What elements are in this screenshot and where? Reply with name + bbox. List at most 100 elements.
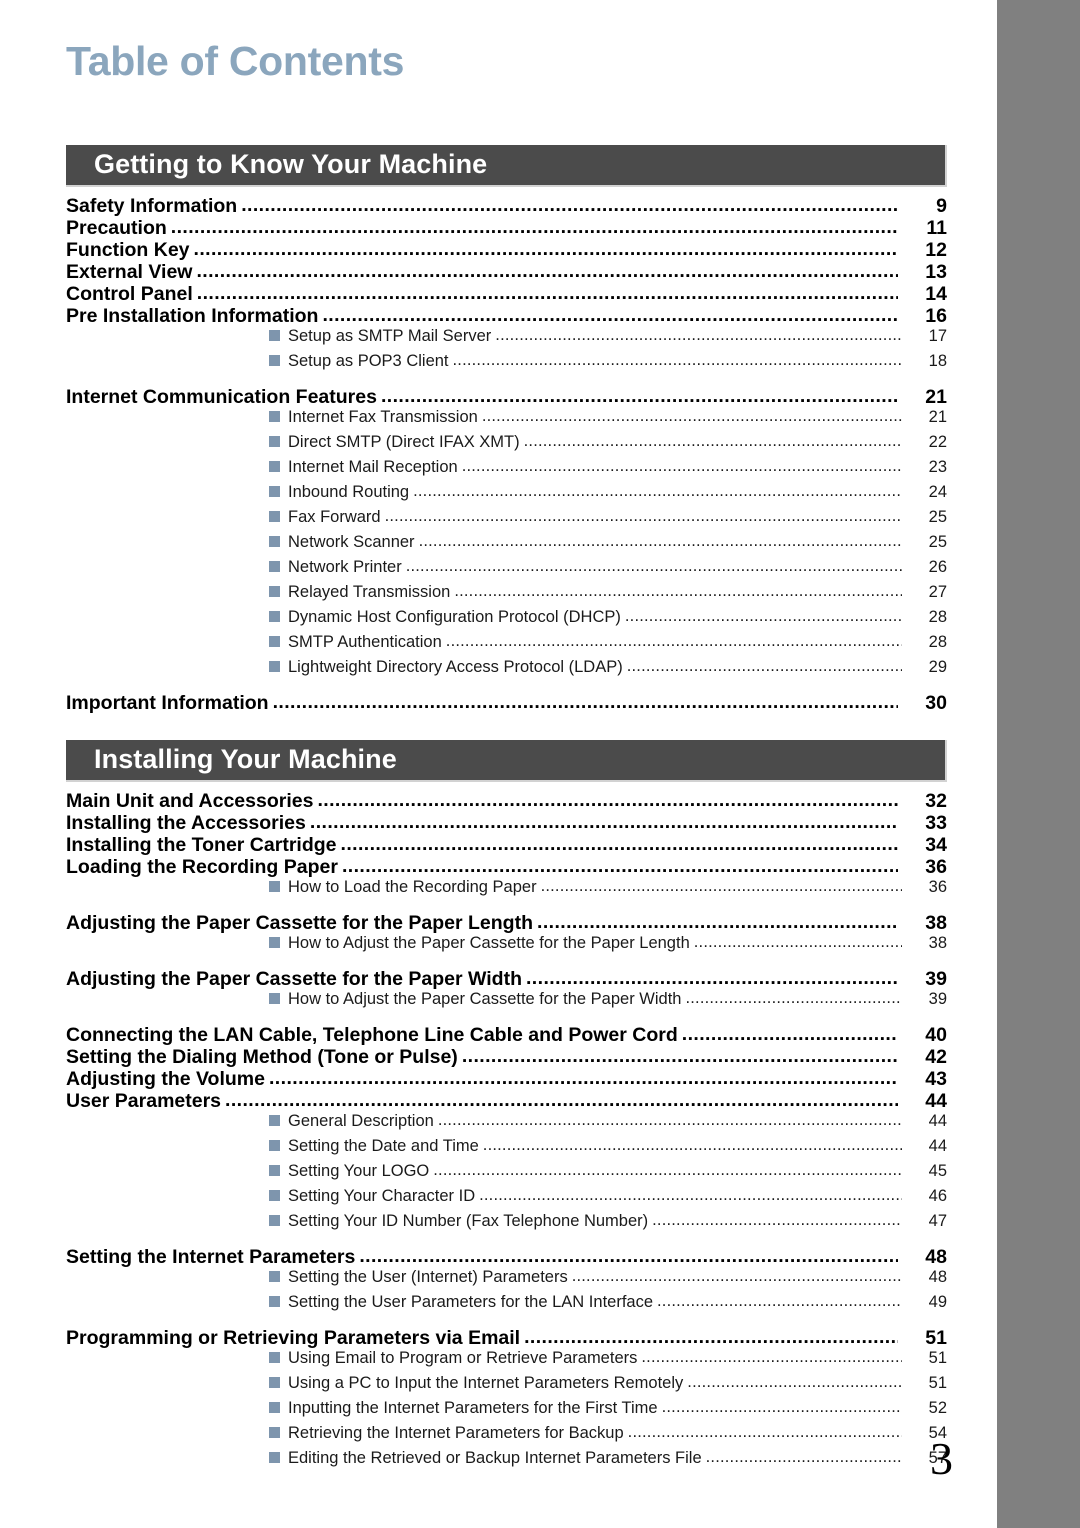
- toc-entry-sub[interactable]: Inbound Routing.........................…: [66, 482, 947, 508]
- toc-entry-sub[interactable]: Setting the User (Internet) Parameters..…: [66, 1267, 947, 1293]
- toc-entry-major[interactable]: Precaution..............................…: [66, 216, 947, 239]
- toc-entry-sub[interactable]: SMTP Authentication.....................…: [66, 632, 947, 658]
- toc-entry-page-number: 22: [928, 433, 947, 451]
- toc-entry-major[interactable]: Control Panel...........................…: [66, 282, 947, 305]
- toc-entry-major[interactable]: Installing the Accessories..............…: [66, 811, 947, 834]
- toc-entry-label: Loading the Recording Paper: [66, 856, 338, 878]
- toc-entry-sub[interactable]: Lightweight Directory Access Protocol (L…: [66, 657, 947, 683]
- page-gutter-band: [997, 0, 1080, 1528]
- toc-entry-page-number: 40: [925, 1024, 947, 1046]
- toc-entry-page-number: 43: [925, 1068, 947, 1090]
- toc-entry-label: Network Scanner: [288, 533, 415, 551]
- toc-entry-label: Safety Information: [66, 195, 238, 217]
- toc-entry-major[interactable]: Loading the Recording Paper.............…: [66, 855, 947, 878]
- toc-entry-major[interactable]: Setting the Internet Parameters.........…: [66, 1245, 947, 1268]
- toc-entry-major[interactable]: Adjusting the Paper Cassette for the Pap…: [66, 967, 947, 990]
- leader-dots: ........................................…: [384, 507, 902, 525]
- toc-entry-sub[interactable]: Internet Fax Transmission...............…: [66, 407, 947, 433]
- toc-entry-page-number: 25: [928, 533, 947, 551]
- leader-dots: ........................................…: [537, 911, 898, 933]
- toc-entry-major[interactable]: Adjusting the Volume....................…: [66, 1067, 947, 1090]
- leader-dots: ........................................…: [268, 1067, 898, 1089]
- toc-entry-page-number: 38: [928, 934, 947, 952]
- toc-entry-major[interactable]: User Parameters.........................…: [66, 1089, 947, 1112]
- toc-entry-major[interactable]: External View...........................…: [66, 260, 947, 283]
- toc-entry-page-number: 39: [928, 990, 947, 1008]
- toc-entry-label: Lightweight Directory Access Protocol (L…: [288, 658, 623, 676]
- toc-entry-label: Adjusting the Paper Cassette for the Pap…: [66, 912, 533, 934]
- toc-entry-major[interactable]: Setting the Dialing Method (Tone or Puls…: [66, 1045, 947, 1068]
- toc-entry-sub[interactable]: Network Scanner.........................…: [66, 532, 947, 558]
- toc-entry-sub[interactable]: How to Adjust the Paper Cassette for the…: [66, 933, 947, 959]
- page-title: Table of Contents: [66, 38, 405, 84]
- toc-entry-page-number: 47: [928, 1212, 947, 1230]
- toc-entry-major[interactable]: Function Key............................…: [66, 238, 947, 261]
- toc-entry-sub[interactable]: Direct SMTP (Direct IFAX XMT)...........…: [66, 432, 947, 458]
- leader-dots: ........................................…: [705, 1448, 902, 1466]
- toc-entry-page-number: 38: [925, 912, 947, 934]
- leader-dots: ........................................…: [413, 482, 902, 500]
- leader-dots: ........................................…: [657, 1292, 902, 1310]
- toc-entry-sub[interactable]: Setting the Date and Time...............…: [66, 1136, 947, 1162]
- toc-entry-label: Installing the Toner Cartridge: [66, 834, 337, 856]
- toc-entry-sub[interactable]: Dynamic Host Configuration Protocol (DHC…: [66, 607, 947, 633]
- toc-entry-major[interactable]: Pre Installation Information............…: [66, 304, 947, 327]
- toc-entry-label: Inputting the Internet Parameters for th…: [288, 1399, 658, 1417]
- toc-entry-label: Fax Forward: [288, 508, 381, 526]
- toc-entry-sub[interactable]: How to Load the Recording Paper.........…: [66, 877, 947, 903]
- leader-dots: ........................................…: [170, 216, 898, 238]
- toc-entry-sub[interactable]: Editing the Retrieved or Backup Internet…: [66, 1448, 947, 1474]
- toc-entry-major[interactable]: Programming or Retrieving Parameters via…: [66, 1326, 947, 1349]
- toc-entry-major[interactable]: Connecting the LAN Cable, Telephone Line…: [66, 1023, 947, 1046]
- toc-entry-major[interactable]: Main Unit and Accessories...............…: [66, 789, 947, 812]
- page-number-folio: 3: [930, 1433, 953, 1484]
- toc-entry-label: Precaution: [66, 217, 167, 239]
- leader-dots: ........................................…: [341, 855, 898, 877]
- toc-entry-sub[interactable]: Inputting the Internet Parameters for th…: [66, 1398, 947, 1424]
- toc-entry-sub[interactable]: General Description.....................…: [66, 1111, 947, 1137]
- toc-entry-label: Setting the Dialing Method (Tone or Puls…: [66, 1046, 458, 1068]
- toc-entry-major[interactable]: Safety Information......................…: [66, 194, 947, 217]
- toc-entry-label: Function Key: [66, 239, 190, 261]
- toc-entry-sub[interactable]: Internet Mail Reception.................…: [66, 457, 947, 483]
- toc-entry-sub[interactable]: Relayed Transmission....................…: [66, 582, 947, 608]
- square-bullet-icon: [269, 511, 280, 522]
- leader-dots: ........................................…: [452, 351, 902, 369]
- square-bullet-icon: [269, 1140, 280, 1151]
- toc-entry-major[interactable]: Adjusting the Paper Cassette for the Pap…: [66, 911, 947, 934]
- toc-entry-label: Relayed Transmission: [288, 583, 451, 601]
- square-bullet-icon: [269, 330, 280, 341]
- toc-entry-page-number: 11: [926, 217, 947, 239]
- toc-entry-sub[interactable]: Setup as POP3 Client....................…: [66, 351, 947, 377]
- toc-entry-sub[interactable]: Setting Your ID Number (Fax Telephone Nu…: [66, 1211, 947, 1237]
- toc-entry-sub[interactable]: Network Printer.........................…: [66, 557, 947, 583]
- toc-entry-label: Adjusting the Volume: [66, 1068, 265, 1090]
- toc-entry-sub[interactable]: Setting the User Parameters for the LAN …: [66, 1292, 947, 1318]
- toc-entry-label: Setting the Internet Parameters: [66, 1246, 356, 1268]
- toc-entry-sub[interactable]: Using Email to Program or Retrieve Param…: [66, 1348, 947, 1374]
- toc-entry-sub[interactable]: Setting Your LOGO.......................…: [66, 1161, 947, 1187]
- toc-entry-sub[interactable]: Setting Your Character ID...............…: [66, 1186, 947, 1212]
- toc-entry-sub[interactable]: Setup as SMTP Mail Server...............…: [66, 326, 947, 352]
- toc-entry-sub[interactable]: Retrieving the Internet Parameters for B…: [66, 1423, 947, 1449]
- toc-entry-sub[interactable]: How to Adjust the Paper Cassette for the…: [66, 989, 947, 1015]
- toc-entry-major[interactable]: Internet Communication Features.........…: [66, 385, 947, 408]
- toc-entry-major[interactable]: Important Information...................…: [66, 691, 947, 714]
- toc-entry-sub[interactable]: Fax Forward.............................…: [66, 507, 947, 533]
- toc-entry-page-number: 13: [925, 261, 947, 283]
- leader-dots: ........................................…: [481, 407, 902, 425]
- toc-entry-page-number: 51: [928, 1374, 947, 1392]
- toc-entry-page-number: 21: [928, 408, 947, 426]
- leader-dots: ........................................…: [571, 1267, 902, 1285]
- toc-entry-sub[interactable]: Using a PC to Input the Internet Paramet…: [66, 1373, 947, 1399]
- toc-entry-page-number: 24: [928, 483, 947, 501]
- leader-dots: ........................................…: [687, 1373, 902, 1391]
- toc-entry-page-number: 52: [928, 1399, 947, 1417]
- toc-entry-page-number: 44: [928, 1137, 947, 1155]
- toc-entry-page-number: 36: [928, 878, 947, 896]
- square-bullet-icon: [269, 1115, 280, 1126]
- toc-entry-page-number: 17: [928, 327, 947, 345]
- toc-entry-label: Inbound Routing: [288, 483, 410, 501]
- toc-entry-major[interactable]: Installing the Toner Cartridge..........…: [66, 833, 947, 856]
